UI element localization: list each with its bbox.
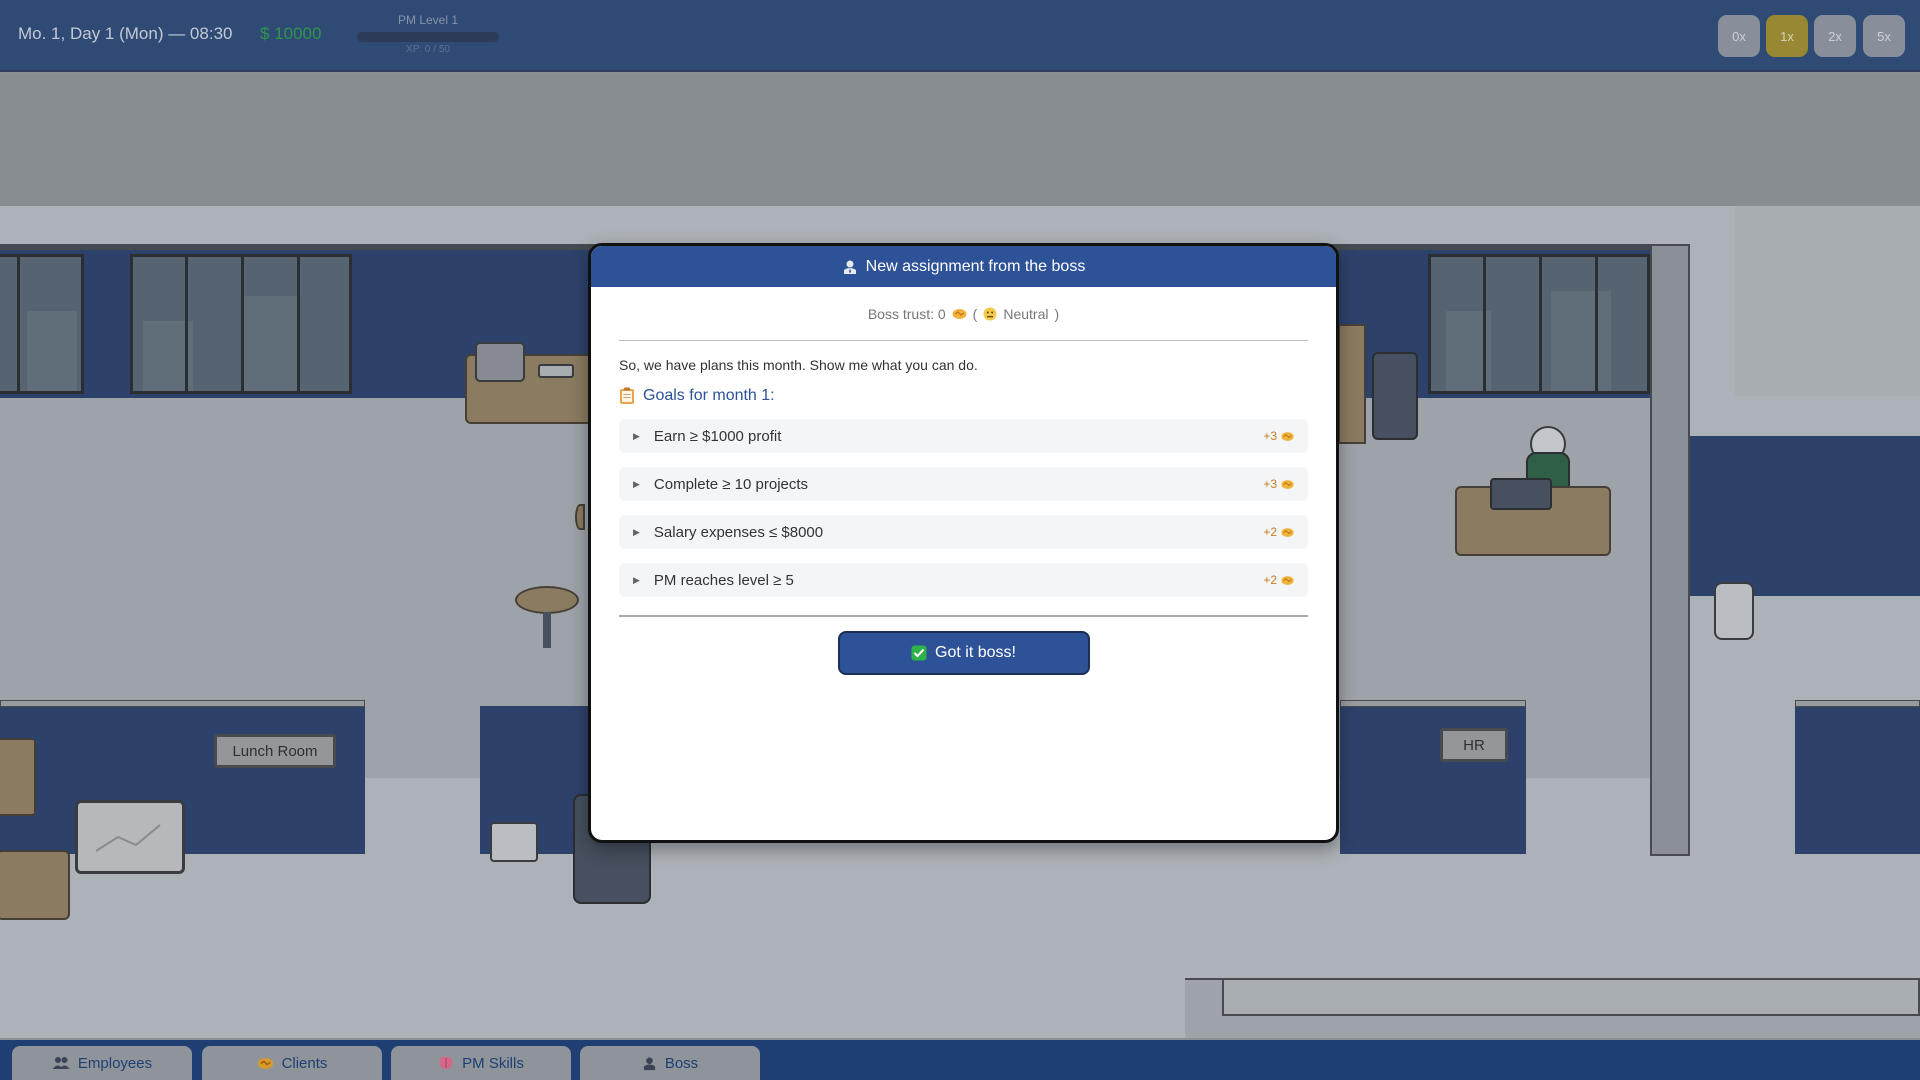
handshake-icon [952,308,967,320]
modal-divider [619,615,1308,617]
goal-row[interactable]: ▶ Salary expenses ≤ $8000 +2 [619,515,1308,549]
goal-row[interactable]: ▶ PM reaches level ≥ 5 +2 [619,563,1308,597]
bullet-triangle-icon: ▶ [633,430,640,441]
tab-pm-skills[interactable]: PM Skills [391,1046,571,1080]
goal-text: PM reaches level ≥ 5 [653,571,794,589]
people-icon [52,1056,70,1070]
goal-text: Complete ≥ 10 projects [653,475,809,493]
modal-title: New assignment from the boss [865,257,1086,275]
goal-points-value: +3 [1263,429,1277,443]
boss-trust-value: Boss trust: 0 [867,305,946,322]
goals-heading: Goals for month 1: [619,387,1308,405]
bullet-triangle-icon: ▶ [633,526,640,537]
got-it-boss-button[interactable]: Got it boss! [837,631,1090,675]
goal-points: +3 [1263,429,1294,443]
tab-label: PM Skills [462,1054,524,1072]
handshake-icon [1281,527,1294,538]
goal-points-value: +2 [1263,573,1277,587]
boss-assignment-modal: New assignment from the boss Boss trust:… [588,243,1339,843]
modal-header: New assignment from the boss [591,246,1336,287]
goal-text: Earn ≥ $1000 profit [653,427,782,445]
boss-trust-state: Neutral [1003,305,1049,322]
boss-intro-text: So, we have plans this month. Show me wh… [619,357,978,373]
tab-boss[interactable]: Boss [580,1046,760,1080]
goal-points: +2 [1263,525,1294,539]
bottom-tab-bar: Employees Clients PM Skills Boss [0,1040,1920,1080]
goal-points: +3 [1263,477,1294,491]
handshake-icon [1281,431,1294,442]
goal-points: +2 [1263,573,1294,587]
goal-points-value: +3 [1263,477,1277,491]
boss-icon [842,259,858,275]
clipboard-icon [619,387,635,405]
got-it-boss-label: Got it boss! [935,644,1016,661]
boss-icon [642,1056,657,1071]
bullet-triangle-icon: ▶ [633,574,640,585]
goal-row[interactable]: ▶ Complete ≥ 10 projects +3 [619,467,1308,501]
goal-points-value: +2 [1263,525,1277,539]
brain-icon [438,1056,454,1070]
handshake-icon [257,1057,274,1070]
tab-employees[interactable]: Employees [12,1046,192,1080]
bullet-triangle-icon: ▶ [633,478,640,489]
goal-text: Salary expenses ≤ $8000 [653,523,824,541]
goals-title: Goals for month 1: [643,387,775,404]
goal-row[interactable]: ▶ Earn ≥ $1000 profit +3 [619,419,1308,453]
tab-label: Clients [281,1054,328,1072]
handshake-icon [1281,575,1294,586]
tab-label: Boss [664,1054,699,1072]
check-box-icon [911,645,927,661]
handshake-icon [1281,479,1294,490]
neutral-face-icon [983,307,997,321]
tab-clients[interactable]: Clients [202,1046,382,1080]
tab-label: Employees [77,1054,153,1072]
boss-trust-line: Boss trust: 0 ( Neutral ) [619,287,1308,341]
